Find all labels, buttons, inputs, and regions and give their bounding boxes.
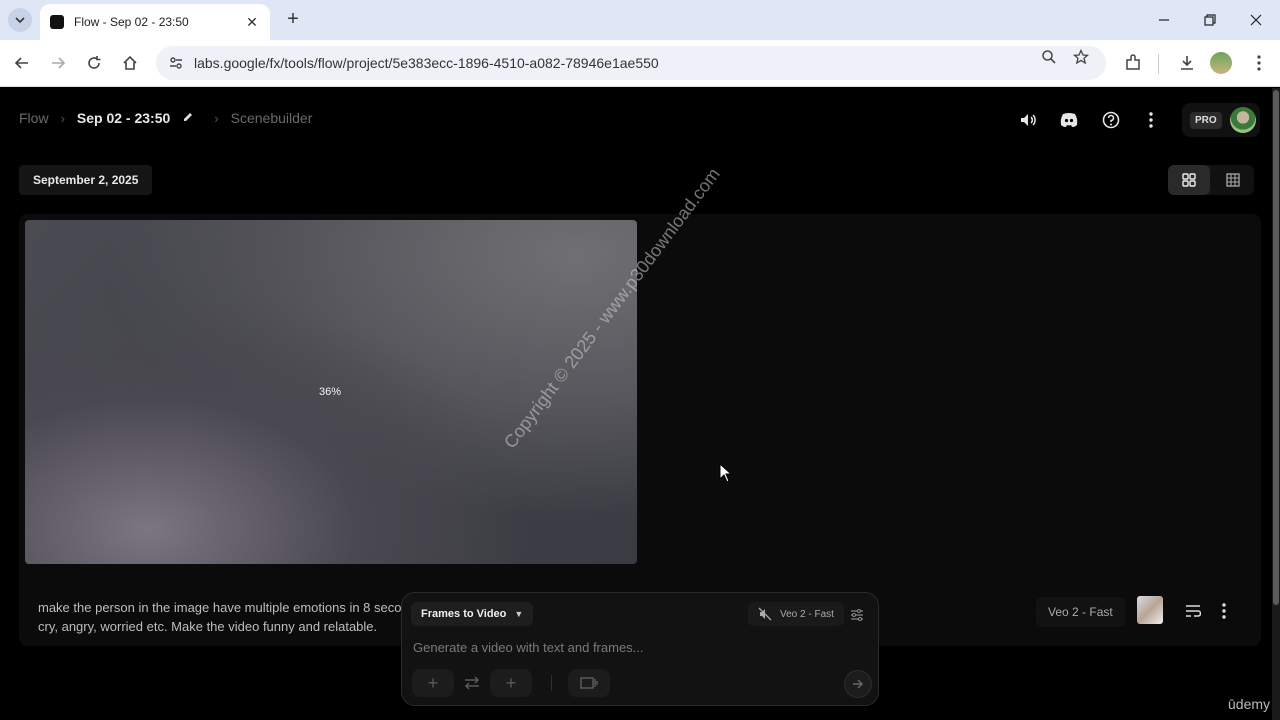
zoom-icon[interactable] [1040,48,1058,66]
arrow-right-icon [853,679,864,689]
settings-tune-icon[interactable] [848,606,866,624]
forward-button[interactable] [47,52,69,74]
plus-icon: + [505,672,517,693]
volume-off-icon [758,607,772,621]
browser-tab[interactable]: Flow - Sep 02 - 23:50 ✕ [40,4,270,40]
minimize-button[interactable] [1144,6,1184,34]
user-avatar [1229,107,1256,133]
grid-small-view-button[interactable] [1212,165,1254,195]
browser-toolbar: labs.google/fx/tools/flow/project/5e383e… [0,40,1280,87]
url-text: labs.google/fx/tools/flow/project/5e383e… [194,55,659,71]
prompt-composer: Frames to Video ▼ Veo 2 - Fast + + [401,592,879,706]
prompt-line-1: make the person in the image have multip… [38,600,406,615]
arrow-right-icon [52,57,66,69]
scrollbar-thumb[interactable] [1273,90,1279,605]
bookmark-star-icon[interactable] [1072,48,1090,66]
view-toggle [1168,165,1254,195]
close-window-button[interactable] [1236,6,1276,34]
prompt-text: make the person in the image have multip… [38,598,418,636]
reload-button[interactable] [83,52,105,74]
browser-tab-strip: Flow - Sep 02 - 23:50 ✕ + [0,0,1280,40]
reference-image-thumbnail[interactable] [1137,596,1163,624]
mode-dropdown[interactable]: Frames to Video ▼ [411,602,534,626]
more-options-icon[interactable] [1212,599,1236,623]
home-button[interactable] [119,52,141,74]
model-selector[interactable]: Veo 2 - Fast [748,602,844,626]
project-title[interactable]: Sep 02 - 23:50 [77,110,170,126]
frame-extend-icon [580,677,598,689]
grid-2x2-icon [1182,173,1196,187]
extend-frame-button[interactable] [568,669,610,697]
add-end-frame-button[interactable]: + [490,669,532,697]
caret-down-icon: ▼ [514,609,524,619]
grid-3x3-icon [1226,173,1240,187]
flow-app: Flow › Sep 02 - 23:50 › Scenebuilder PRO… [0,88,1272,720]
downloads-icon[interactable] [1176,52,1198,74]
back-button[interactable] [11,52,33,74]
reload-icon [88,56,101,69]
grid-large-view-button[interactable] [1168,165,1210,195]
edit-pencil-icon[interactable] [182,111,194,126]
flow-favicon-icon [50,15,64,29]
account-menu[interactable]: PRO [1182,103,1260,137]
composer-divider [551,675,552,691]
close-icon [1250,14,1262,26]
breadcrumb: Flow › Sep 02 - 23:50 › Scenebuilder [19,110,312,126]
arrow-left-icon [14,57,28,69]
mode-label: Frames to Video [421,608,507,620]
tab-title: Flow - Sep 02 - 23:50 [74,15,189,29]
new-tab-button[interactable]: + [282,8,304,30]
close-tab-icon[interactable]: ✕ [244,14,260,31]
send-button[interactable] [844,670,872,698]
toolbar-divider [1158,54,1159,74]
model-label: Veo 2 - Fast [780,608,834,620]
restore-button[interactable] [1190,6,1230,34]
browser-menu-icon[interactable] [1248,52,1270,74]
plus-icon: + [427,672,439,693]
model-chip: Veo 2 - Fast [1036,597,1125,627]
browser-profile-avatar[interactable] [1210,52,1232,74]
breadcrumb-flow[interactable]: Flow [19,110,49,126]
discord-icon[interactable] [1058,109,1080,131]
breadcrumb-scenebuilder[interactable]: Scenebuilder [231,110,313,126]
chevron-right-icon: › [60,110,65,126]
site-info-icon[interactable] [168,55,184,71]
more-vert-icon[interactable] [1140,109,1162,131]
mouse-cursor-icon [719,463,733,483]
restore-icon [1204,14,1216,26]
chevron-right-icon: › [214,110,219,126]
reuse-prompt-icon[interactable] [1181,599,1205,623]
pro-badge: PRO [1190,111,1222,129]
help-icon[interactable] [1100,109,1122,131]
add-start-frame-button[interactable]: + [412,669,454,697]
prompt-line-2: cry, angry, worried etc. Make the video … [38,619,378,634]
chevron-down-icon [15,17,25,24]
home-icon [123,55,137,70]
prompt-input[interactable] [413,637,833,657]
date-chip: September 2, 2025 [19,165,153,195]
address-bar[interactable]: labs.google/fx/tools/flow/project/5e383e… [156,46,1106,80]
udemy-logo: ūdemy [1228,696,1271,712]
volume-icon[interactable] [1017,109,1039,131]
tab-search-button[interactable] [8,8,32,32]
extensions-icon[interactable] [1122,52,1144,74]
swap-frames-icon[interactable] [461,674,483,692]
minimize-icon [1159,19,1169,21]
